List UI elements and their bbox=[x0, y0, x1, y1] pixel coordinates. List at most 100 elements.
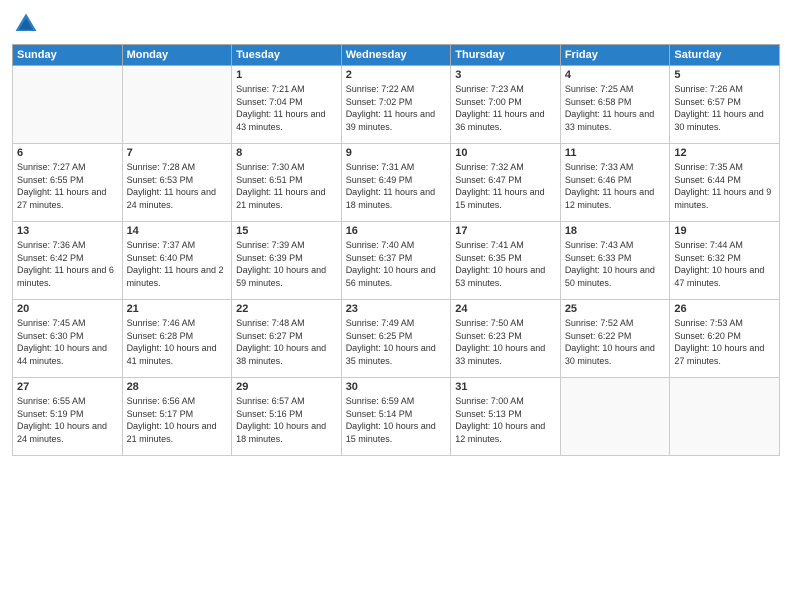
calendar-cell: 17 Sunrise: 7:41 AMSunset: 6:35 PMDayligh… bbox=[451, 222, 561, 300]
day-number: 9 bbox=[346, 147, 447, 159]
calendar-week-5: 27Sunrise: 6:55 AMSunset: 5:19 PMDayligh… bbox=[13, 378, 780, 456]
calendar-cell: 6 Sunrise: 7:27 AMSunset: 6:55 PMDaylight… bbox=[13, 144, 123, 222]
calendar-cell: 22Sunrise: 7:48 AMSunset: 6:27 PMDayligh… bbox=[232, 300, 342, 378]
calendar-cell: 5 Sunrise: 7:26 AMSunset: 6:57 PMDaylight… bbox=[670, 66, 780, 144]
day-info: Sunrise: 7:33 AMSunset: 6:46 PMDaylight:… bbox=[565, 161, 666, 211]
calendar-cell: 30Sunrise: 6:59 AMSunset: 5:14 PMDayligh… bbox=[341, 378, 451, 456]
calendar-cell: 26 Sunrise: 7:53 AMSunset: 6:20 PMDayligh… bbox=[670, 300, 780, 378]
day-number: 2 bbox=[346, 69, 447, 81]
header bbox=[12, 10, 780, 38]
calendar-cell bbox=[670, 378, 780, 456]
calendar-cell: 19 Sunrise: 7:44 AMSunset: 6:32 PMDayligh… bbox=[670, 222, 780, 300]
day-info: Sunrise: 7:52 AMSunset: 6:22 PMDaylight:… bbox=[565, 317, 666, 367]
day-number: 17 bbox=[455, 225, 556, 237]
calendar-cell: 31 Sunrise: 7:00 AMSunset: 5:13 PMDayligh… bbox=[451, 378, 561, 456]
calendar-table: SundayMondayTuesdayWednesdayThursdayFrid… bbox=[12, 44, 780, 456]
calendar-cell: 11 Sunrise: 7:33 AMSunset: 6:46 PMDayligh… bbox=[560, 144, 670, 222]
day-info: Sunrise: 6:59 AMSunset: 5:14 PMDaylight:… bbox=[346, 395, 447, 445]
logo-icon bbox=[12, 10, 40, 38]
calendar-week-1: 1 Sunrise: 7:21 AMSunset: 7:04 PMDaylight… bbox=[13, 66, 780, 144]
day-info: Sunrise: 7:43 AMSunset: 6:33 PMDaylight:… bbox=[565, 239, 666, 289]
logo bbox=[12, 10, 44, 38]
day-info: Sunrise: 7:00 AMSunset: 5:13 PMDaylight:… bbox=[455, 395, 556, 445]
day-number: 19 bbox=[674, 225, 775, 237]
calendar-week-4: 20 Sunrise: 7:45 AMSunset: 6:30 PMDayligh… bbox=[13, 300, 780, 378]
header-row: SundayMondayTuesdayWednesdayThursdayFrid… bbox=[13, 45, 780, 66]
calendar-cell: 10Sunrise: 7:32 AMSunset: 6:47 PMDayligh… bbox=[451, 144, 561, 222]
day-info: Sunrise: 7:44 AMSunset: 6:32 PMDaylight:… bbox=[674, 239, 775, 289]
calendar-cell: 16Sunrise: 7:40 AMSunset: 6:37 PMDayligh… bbox=[341, 222, 451, 300]
calendar-cell: 18 Sunrise: 7:43 AMSunset: 6:33 PMDayligh… bbox=[560, 222, 670, 300]
day-number: 28 bbox=[127, 381, 228, 393]
day-info: Sunrise: 7:30 AMSunset: 6:51 PMDaylight:… bbox=[236, 161, 337, 211]
day-number: 18 bbox=[565, 225, 666, 237]
calendar-cell bbox=[122, 66, 232, 144]
day-number: 22 bbox=[236, 303, 337, 315]
day-info: Sunrise: 7:25 AMSunset: 6:58 PMDaylight:… bbox=[565, 83, 666, 133]
day-number: 15 bbox=[236, 225, 337, 237]
day-info: Sunrise: 7:31 AMSunset: 6:49 PMDaylight:… bbox=[346, 161, 447, 211]
calendar-cell: 4 Sunrise: 7:25 AMSunset: 6:58 PMDaylight… bbox=[560, 66, 670, 144]
day-info: Sunrise: 7:35 AMSunset: 6:44 PMDaylight:… bbox=[674, 161, 775, 211]
calendar-cell: 23 Sunrise: 7:49 AMSunset: 6:25 PMDayligh… bbox=[341, 300, 451, 378]
weekday-header-wednesday: Wednesday bbox=[341, 45, 451, 66]
day-number: 12 bbox=[674, 147, 775, 159]
day-info: Sunrise: 7:21 AMSunset: 7:04 PMDaylight:… bbox=[236, 83, 337, 133]
day-info: Sunrise: 7:45 AMSunset: 6:30 PMDaylight:… bbox=[17, 317, 118, 367]
calendar-cell: 2 Sunrise: 7:22 AMSunset: 7:02 PMDaylight… bbox=[341, 66, 451, 144]
day-number: 7 bbox=[127, 147, 228, 159]
calendar-cell: 3 Sunrise: 7:23 AMSunset: 7:00 PMDaylight… bbox=[451, 66, 561, 144]
day-number: 3 bbox=[455, 69, 556, 81]
weekday-header-thursday: Thursday bbox=[451, 45, 561, 66]
calendar-cell bbox=[13, 66, 123, 144]
calendar-cell: 21 Sunrise: 7:46 AMSunset: 6:28 PMDayligh… bbox=[122, 300, 232, 378]
day-number: 10 bbox=[455, 147, 556, 159]
day-info: Sunrise: 7:26 AMSunset: 6:57 PMDaylight:… bbox=[674, 83, 775, 133]
day-number: 14 bbox=[127, 225, 228, 237]
day-info: Sunrise: 7:23 AMSunset: 7:00 PMDaylight:… bbox=[455, 83, 556, 133]
day-number: 6 bbox=[17, 147, 118, 159]
day-number: 11 bbox=[565, 147, 666, 159]
day-number: 20 bbox=[17, 303, 118, 315]
day-number: 21 bbox=[127, 303, 228, 315]
calendar-cell: 12 Sunrise: 7:35 AMSunset: 6:44 PMDayligh… bbox=[670, 144, 780, 222]
calendar-cell: 9 Sunrise: 7:31 AMSunset: 6:49 PMDaylight… bbox=[341, 144, 451, 222]
day-number: 1 bbox=[236, 69, 337, 81]
weekday-header-sunday: Sunday bbox=[13, 45, 123, 66]
calendar-cell: 7 Sunrise: 7:28 AMSunset: 6:53 PMDaylight… bbox=[122, 144, 232, 222]
day-info: Sunrise: 6:57 AMSunset: 5:16 PMDaylight:… bbox=[236, 395, 337, 445]
calendar-cell: 24Sunrise: 7:50 AMSunset: 6:23 PMDayligh… bbox=[451, 300, 561, 378]
day-number: 27 bbox=[17, 381, 118, 393]
calendar-cell: 27Sunrise: 6:55 AMSunset: 5:19 PMDayligh… bbox=[13, 378, 123, 456]
day-number: 26 bbox=[674, 303, 775, 315]
day-info: Sunrise: 7:53 AMSunset: 6:20 PMDaylight:… bbox=[674, 317, 775, 367]
day-number: 13 bbox=[17, 225, 118, 237]
calendar-week-2: 6 Sunrise: 7:27 AMSunset: 6:55 PMDaylight… bbox=[13, 144, 780, 222]
day-number: 4 bbox=[565, 69, 666, 81]
calendar-cell: 15 Sunrise: 7:39 AMSunset: 6:39 PMDayligh… bbox=[232, 222, 342, 300]
weekday-header-friday: Friday bbox=[560, 45, 670, 66]
day-info: Sunrise: 7:49 AMSunset: 6:25 PMDaylight:… bbox=[346, 317, 447, 367]
calendar-cell: 28 Sunrise: 6:56 AMSunset: 5:17 PMDayligh… bbox=[122, 378, 232, 456]
day-info: Sunrise: 7:22 AMSunset: 7:02 PMDaylight:… bbox=[346, 83, 447, 133]
day-info: Sunrise: 7:41 AMSunset: 6:35 PMDaylight:… bbox=[455, 239, 556, 289]
day-number: 16 bbox=[346, 225, 447, 237]
day-number: 5 bbox=[674, 69, 775, 81]
day-info: Sunrise: 7:28 AMSunset: 6:53 PMDaylight:… bbox=[127, 161, 228, 211]
day-info: Sunrise: 7:46 AMSunset: 6:28 PMDaylight:… bbox=[127, 317, 228, 367]
calendar-week-3: 13Sunrise: 7:36 AMSunset: 6:42 PMDayligh… bbox=[13, 222, 780, 300]
day-info: Sunrise: 7:39 AMSunset: 6:39 PMDaylight:… bbox=[236, 239, 337, 289]
calendar-cell: 20 Sunrise: 7:45 AMSunset: 6:30 PMDayligh… bbox=[13, 300, 123, 378]
day-info: Sunrise: 6:56 AMSunset: 5:17 PMDaylight:… bbox=[127, 395, 228, 445]
day-number: 23 bbox=[346, 303, 447, 315]
day-number: 31 bbox=[455, 381, 556, 393]
calendar-cell: 14 Sunrise: 7:37 AMSunset: 6:40 PMDayligh… bbox=[122, 222, 232, 300]
calendar-cell: 1 Sunrise: 7:21 AMSunset: 7:04 PMDaylight… bbox=[232, 66, 342, 144]
day-number: 8 bbox=[236, 147, 337, 159]
calendar-cell: 29Sunrise: 6:57 AMSunset: 5:16 PMDayligh… bbox=[232, 378, 342, 456]
day-number: 25 bbox=[565, 303, 666, 315]
calendar-cell bbox=[560, 378, 670, 456]
calendar-cell: 25 Sunrise: 7:52 AMSunset: 6:22 PMDayligh… bbox=[560, 300, 670, 378]
day-info: Sunrise: 7:27 AMSunset: 6:55 PMDaylight:… bbox=[17, 161, 118, 211]
day-info: Sunrise: 7:37 AMSunset: 6:40 PMDaylight:… bbox=[127, 239, 228, 289]
